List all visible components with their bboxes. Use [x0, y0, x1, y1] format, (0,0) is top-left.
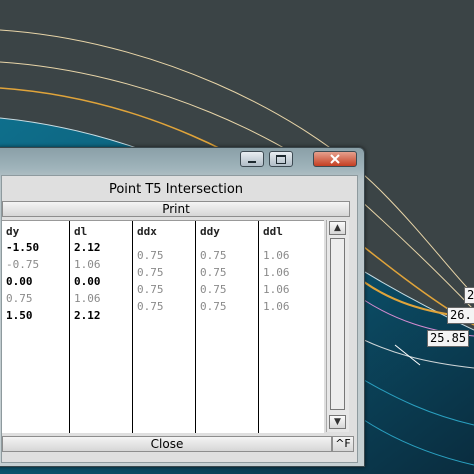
table-cell: 0.75 [137, 283, 164, 296]
table-cell: 0.00 [6, 275, 33, 288]
table-cell: 2.12 [74, 309, 101, 322]
column-header: ddx [137, 225, 157, 238]
window-title: Point T5 Intersection [108, 182, 244, 197]
table-cell: 0.75 [6, 292, 33, 305]
corner-button[interactable]: ^F [332, 436, 354, 452]
column-dl: dl 2.12 1.06 0.00 1.06 2.12 [69, 221, 133, 433]
vertical-scrollbar[interactable]: ▲ ▼ [326, 220, 349, 432]
table-cell: 0.75 [200, 249, 227, 262]
table-cell: 0.75 [137, 266, 164, 279]
canvas-label-2: 26. [447, 307, 474, 324]
scroll-thumb[interactable] [330, 238, 345, 410]
table-cell: 0.75 [137, 300, 164, 313]
canvas-label-1: 2 [464, 287, 474, 304]
column-dy: dy -1.50 -0.75 0.00 0.75 1.50 [2, 221, 69, 433]
column-ddl: ddl 1.06 1.06 1.06 1.06 [258, 221, 325, 433]
maximize-icon [276, 154, 286, 164]
table-cell: 2.12 [74, 241, 101, 254]
minimize-button[interactable] [240, 151, 264, 167]
table-cell: 0.75 [200, 300, 227, 313]
intersection-window: Point T5 Intersection Print dy -1.50 -0.75… [0, 147, 365, 467]
scroll-up-arrow-icon[interactable]: ▲ [329, 221, 346, 235]
print-button[interactable]: Print [2, 201, 350, 217]
table-cell: 0.75 [137, 249, 164, 262]
table-cell: 1.06 [263, 283, 290, 296]
data-table: dy -1.50 -0.75 0.00 0.75 1.50 dl 2.12 1.06 0.00 1.… [2, 220, 324, 433]
table-cell: -1.50 [6, 241, 40, 254]
table-cell: 0.75 [200, 266, 227, 279]
table-cell: 1.06 [74, 292, 101, 305]
minimize-icon [248, 161, 256, 163]
column-header: ddy [200, 225, 220, 238]
table-cell: 0.75 [200, 283, 227, 296]
scroll-down-arrow-icon[interactable]: ▼ [329, 415, 346, 429]
table-cell: 1.06 [74, 258, 101, 271]
table-cell: 1.06 [263, 266, 290, 279]
column-header: ddl [263, 225, 283, 238]
window-content: Point T5 Intersection Print dy -1.50 -0.75… [1, 175, 358, 463]
close-button[interactable]: Close [2, 436, 332, 452]
table-cell: 1.06 [263, 300, 290, 313]
close-window-button[interactable] [313, 151, 357, 167]
table-cell: 1.50 [6, 309, 33, 322]
close-icon [330, 154, 340, 164]
table-cell: -0.75 [6, 258, 40, 271]
canvas-label-3: 25.85 [427, 330, 470, 347]
table-cell: 0.00 [74, 275, 101, 288]
column-header: dl [74, 225, 88, 238]
column-ddy: ddy 0.75 0.75 0.75 0.75 [195, 221, 259, 433]
column-header: dy [6, 225, 20, 238]
column-ddx: ddx 0.75 0.75 0.75 0.75 [132, 221, 196, 433]
maximize-button[interactable] [269, 151, 293, 167]
table-cell: 1.06 [263, 249, 290, 262]
